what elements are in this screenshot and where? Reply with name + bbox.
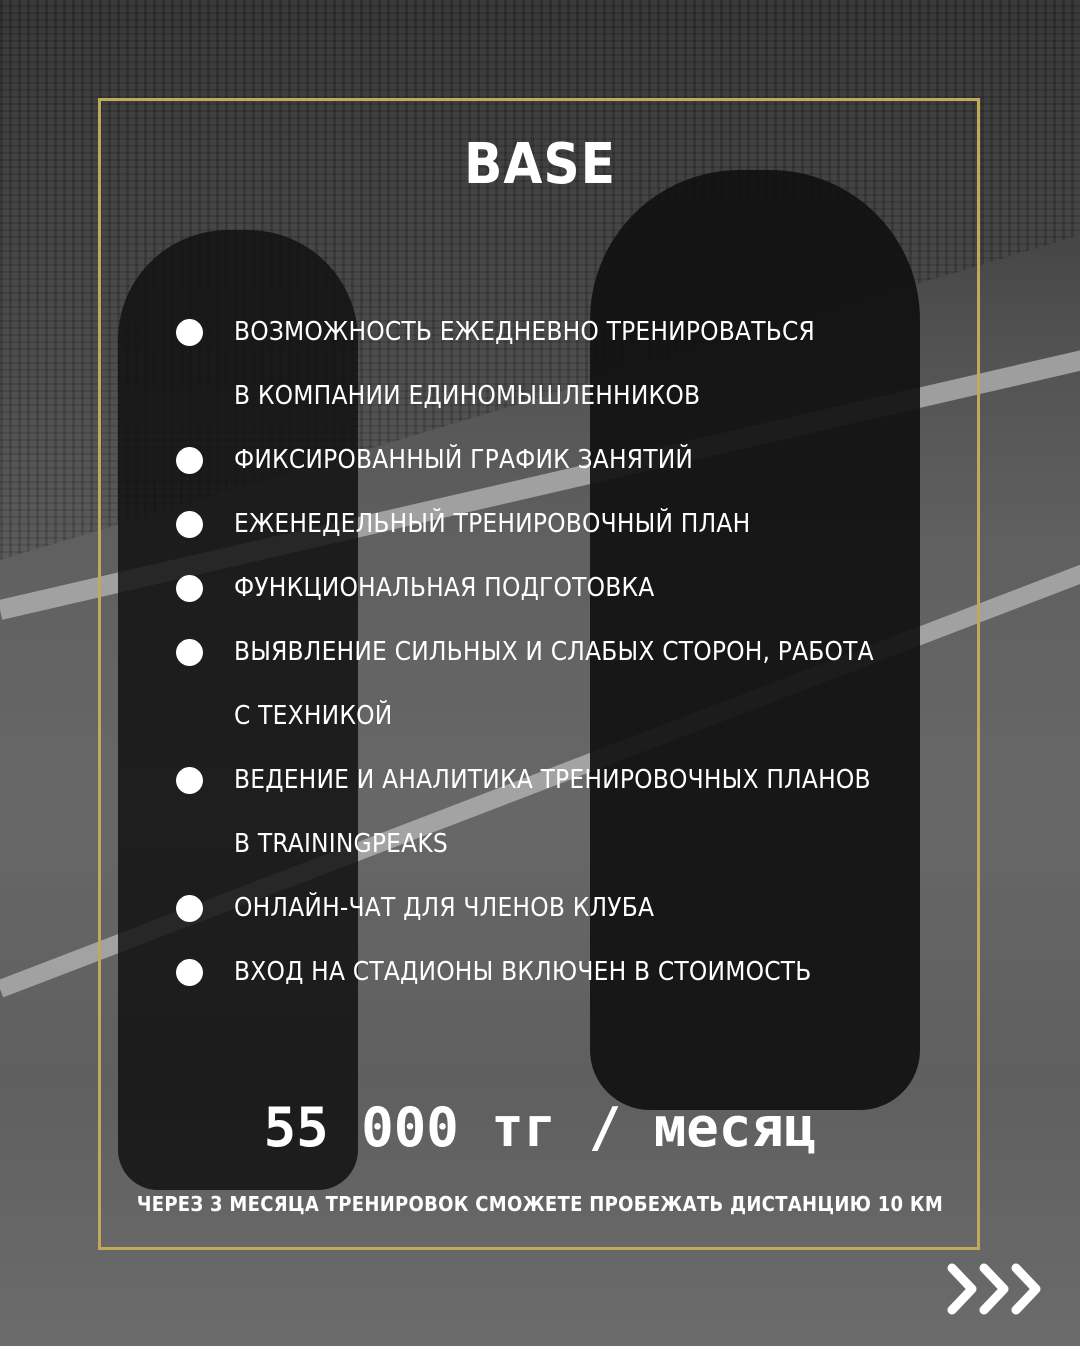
triple-chevron-right-icon[interactable] (944, 1260, 1048, 1318)
feature-text: ОНЛАЙН-ЧАТ ДЛЯ ЧЛЕНОВ КЛУБА (234, 893, 655, 923)
feature-item: ВЕДЕНИЕ И АНАЛИТИКА ТРЕНИРОВОЧНЫХ ПЛАНОВ (176, 748, 896, 812)
feature-text: ФУНКЦИОНАЛЬНАЯ ПОДГОТОВКА (234, 573, 655, 603)
feature-item: ВХОД НА СТАДИОНЫ ВКЛЮЧЕН В СТОИМОСТЬ (176, 940, 896, 1004)
feature-item: ВОЗМОЖНОСТЬ ЕЖЕДНЕВНО ТРЕНИРОВАТЬСЯ (176, 300, 896, 364)
feature-text: В КОМПАНИИ ЕДИНОМЫШЛЕННИКОВ (234, 381, 701, 411)
feature-text: ВЫЯВЛЕНИЕ СИЛЬНЫХ И СЛАБЫХ СТОРОН, РАБОТ… (234, 637, 874, 667)
bullet-dot-icon (176, 575, 203, 602)
feature-item: ФИКСИРОВАННЫЙ ГРАФИК ЗАНЯТИЙ (176, 428, 896, 492)
plan-title: BASE (463, 132, 617, 197)
bullet-dot-icon (176, 639, 203, 666)
promo-card-page: BASE ВОЗМОЖНОСТЬ ЕЖЕДНЕВНО ТРЕНИРОВАТЬСЯ… (0, 0, 1080, 1346)
bullet-dot-icon (176, 447, 203, 474)
feature-text: ВЕДЕНИЕ И АНАЛИТИКА ТРЕНИРОВОЧНЫХ ПЛАНОВ (234, 765, 871, 795)
feature-item: С ТЕХНИКОЙ (176, 684, 896, 748)
feature-text: В TRAININGPEAKS (234, 829, 448, 859)
feature-item: ЕЖЕНЕДЕЛЬНЫЙ ТРЕНИРОВОЧНЫЙ ПЛАН (176, 492, 896, 556)
feature-list: ВОЗМОЖНОСТЬ ЕЖЕДНЕВНО ТРЕНИРОВАТЬСЯ В КОМ… (176, 300, 896, 1004)
feature-text: ФИКСИРОВАННЫЙ ГРАФИК ЗАНЯТИЙ (234, 445, 694, 475)
bullet-dot-icon (176, 511, 203, 538)
feature-text: ВОЗМОЖНОСТЬ ЕЖЕДНЕВНО ТРЕНИРОВАТЬСЯ (234, 317, 815, 347)
bullet-dot-icon (176, 319, 203, 346)
result-note: ЧЕРЕЗ 3 МЕСЯЦА ТРЕНИРОВОК СМОЖЕТЕ ПРОБЕЖ… (136, 1192, 944, 1216)
bullet-dot-icon (176, 767, 203, 794)
feature-text: ВХОД НА СТАДИОНЫ ВКЛЮЧЕН В СТОИМОСТЬ (234, 957, 812, 987)
feature-item: ОНЛАЙН-ЧАТ ДЛЯ ЧЛЕНОВ КЛУБА (176, 876, 896, 940)
price-label: 55 000 тг / месяц (263, 1096, 817, 1159)
bullet-dot-icon (176, 895, 203, 922)
feature-item: ФУНКЦИОНАЛЬНАЯ ПОДГОТОВКА (176, 556, 896, 620)
feature-item: В КОМПАНИИ ЕДИНОМЫШЛЕННИКОВ (176, 364, 896, 428)
feature-text: ЕЖЕНЕДЕЛЬНЫЙ ТРЕНИРОВОЧНЫЙ ПЛАН (234, 509, 751, 539)
feature-text: С ТЕХНИКОЙ (234, 701, 393, 731)
bullet-dot-icon (176, 959, 203, 986)
feature-item: ВЫЯВЛЕНИЕ СИЛЬНЫХ И СЛАБЫХ СТОРОН, РАБОТ… (176, 620, 896, 684)
feature-item: В TRAININGPEAKS (176, 812, 896, 876)
